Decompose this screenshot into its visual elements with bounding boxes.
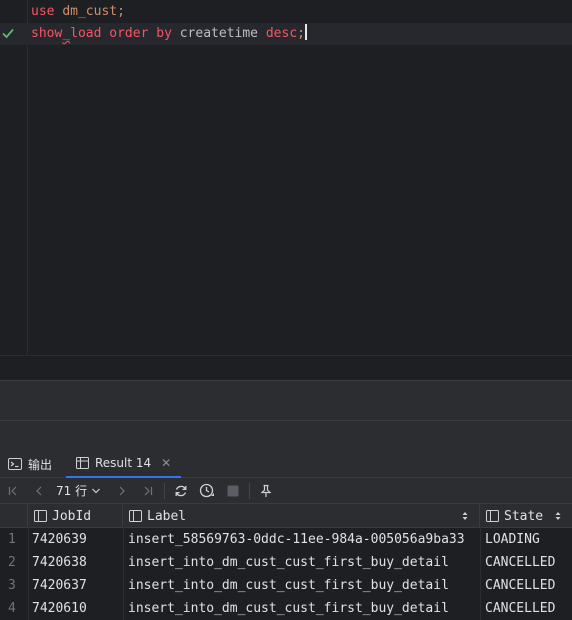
keyword-order: order bbox=[109, 26, 149, 41]
column-header-label: JobId bbox=[52, 508, 92, 524]
column-header-state[interactable]: State bbox=[480, 504, 572, 528]
sql-editor[interactable]: use dm_cust; show_load order by createti… bbox=[0, 0, 572, 356]
check-icon bbox=[2, 28, 14, 39]
panel-divider[interactable] bbox=[0, 380, 572, 420]
row-number-header bbox=[0, 504, 28, 528]
result-toolbar: 71 行 bbox=[0, 478, 572, 504]
cell-state[interactable]: CANCELLED bbox=[485, 597, 571, 620]
grid-header: JobId Label State bbox=[0, 504, 572, 528]
code-line-2[interactable]: show_load order by createtime desc; bbox=[0, 23, 572, 45]
cell-jobid[interactable]: 7420638 bbox=[32, 551, 122, 574]
tab-result-14[interactable]: Result 14 ✕ bbox=[66, 450, 182, 478]
stop-button[interactable] bbox=[220, 478, 246, 504]
result-grid[interactable]: JobId Label State 1 7420639 insert_58569… bbox=[0, 504, 572, 620]
table-row[interactable]: 2 7420638 insert_into_dm_cust_cust_first… bbox=[0, 551, 572, 574]
editor-bottom-strip bbox=[0, 355, 572, 380]
tab-output[interactable]: 输出 bbox=[8, 450, 52, 478]
table-icon bbox=[76, 457, 89, 469]
panel-divider-lower bbox=[0, 420, 572, 450]
cell-state[interactable]: LOADING bbox=[485, 528, 571, 551]
pin-icon bbox=[260, 484, 272, 497]
services-tab-bar: 输出 Result 14 ✕ bbox=[0, 450, 572, 478]
column-header-jobid[interactable]: JobId bbox=[28, 504, 123, 528]
keyword-show: show bbox=[31, 26, 63, 41]
semicolon: ; bbox=[117, 4, 125, 19]
pin-tab-button[interactable] bbox=[253, 478, 279, 504]
console-icon bbox=[8, 458, 22, 470]
chevron-right-icon bbox=[119, 486, 125, 495]
toolbar-separator bbox=[164, 482, 166, 499]
cell-label[interactable]: insert_58569763-0ddc-11ee-984a-005056a9b… bbox=[128, 528, 478, 551]
table-row[interactable]: 4 7420610 insert_into_dm_cust_cust_first… bbox=[0, 597, 572, 620]
cell-state[interactable]: CANCELLED bbox=[485, 551, 571, 574]
cell-label[interactable]: insert_into_dm_cust_cust_first_buy_detai… bbox=[128, 574, 478, 597]
last-page-icon bbox=[144, 486, 153, 495]
semicolon: ; bbox=[297, 26, 305, 41]
cell-jobid[interactable]: 7420637 bbox=[32, 574, 122, 597]
last-page-button[interactable] bbox=[135, 478, 161, 504]
toolbar-separator bbox=[249, 482, 251, 499]
code-line-1[interactable]: use dm_cust; bbox=[0, 1, 572, 23]
chevron-down-icon bbox=[92, 488, 101, 493]
table-row[interactable]: 1 7420639 insert_58569763-0ddc-11ee-984a… bbox=[0, 528, 572, 551]
identifier-createtime: createtime bbox=[179, 26, 259, 41]
first-page-button[interactable] bbox=[0, 478, 26, 504]
first-page-icon bbox=[8, 486, 17, 495]
row-number: 4 bbox=[8, 601, 16, 616]
cell-label[interactable]: insert_into_dm_cust_cust_first_buy_detai… bbox=[128, 551, 478, 574]
column-icon bbox=[34, 510, 47, 522]
refresh-button[interactable] bbox=[168, 478, 194, 504]
identifier-schema: dm_cust bbox=[62, 4, 118, 19]
keyword-by: by bbox=[156, 26, 172, 41]
keyword-load: load bbox=[70, 26, 102, 41]
chevron-left-icon bbox=[36, 486, 42, 495]
cell-state[interactable]: CANCELLED bbox=[485, 574, 571, 597]
stop-icon bbox=[227, 485, 239, 496]
table-row[interactable]: 3 7420637 insert_into_dm_cust_cust_first… bbox=[0, 574, 572, 597]
keyword-use: use bbox=[31, 4, 55, 19]
close-icon[interactable]: ✕ bbox=[161, 456, 171, 470]
refresh-icon bbox=[175, 485, 187, 496]
clock-icon bbox=[199, 483, 215, 497]
tab-output-label: 输出 bbox=[28, 457, 53, 472]
cell-jobid[interactable]: 7420610 bbox=[32, 597, 122, 620]
sort-icon[interactable] bbox=[555, 511, 561, 521]
row-number: 3 bbox=[8, 578, 16, 593]
next-page-button[interactable] bbox=[109, 478, 135, 504]
auto-refresh-button[interactable] bbox=[194, 478, 220, 504]
column-header-label-col[interactable]: Label bbox=[123, 504, 480, 528]
keyword-desc: desc bbox=[265, 26, 298, 41]
column-icon bbox=[129, 510, 142, 522]
row-count-dropdown[interactable]: 71 行 bbox=[52, 482, 109, 499]
previous-page-button[interactable] bbox=[26, 478, 52, 504]
text-caret bbox=[304, 24, 307, 40]
column-header-label: State bbox=[504, 508, 544, 524]
error-squiggle: _ bbox=[62, 26, 71, 41]
row-count-label: 71 行 bbox=[56, 484, 88, 498]
column-header-label: Label bbox=[147, 508, 187, 524]
cell-jobid[interactable]: 7420639 bbox=[32, 528, 122, 551]
tab-result-label: Result 14 bbox=[95, 456, 152, 470]
cell-label[interactable]: insert_into_dm_cust_cust_first_buy_detai… bbox=[128, 597, 478, 620]
column-icon bbox=[486, 510, 499, 522]
row-number: 2 bbox=[8, 555, 16, 570]
row-number: 1 bbox=[8, 532, 16, 547]
sort-icon[interactable] bbox=[462, 511, 468, 521]
